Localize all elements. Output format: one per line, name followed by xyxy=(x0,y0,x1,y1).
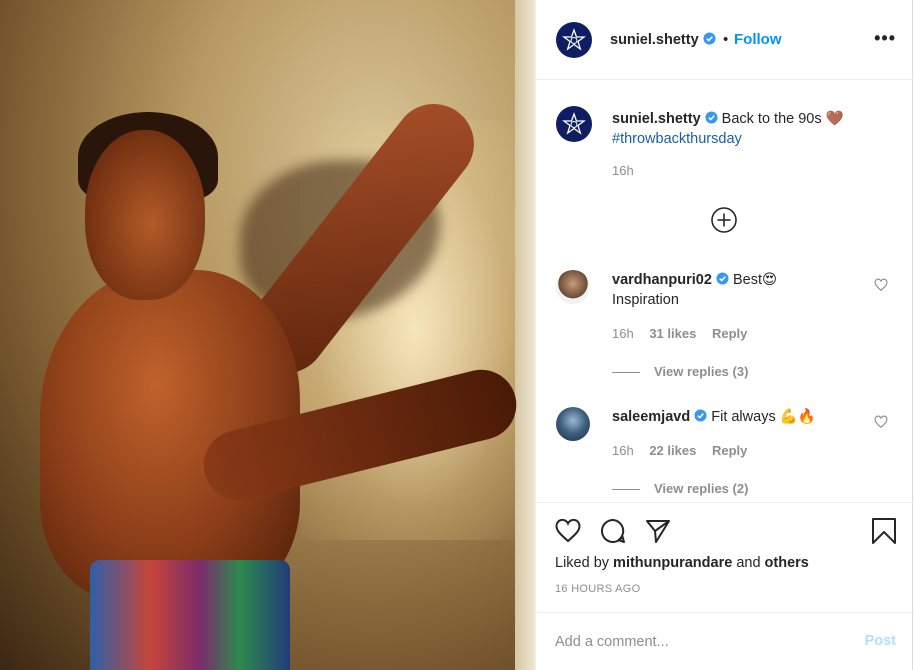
more-options-icon[interactable]: ••• xyxy=(874,28,896,49)
view-replies-label[interactable]: View replies (2) xyxy=(654,481,748,496)
view-replies-button[interactable]: View replies (2) xyxy=(612,481,748,496)
bookmark-icon[interactable] xyxy=(870,517,898,545)
commenter-avatar[interactable] xyxy=(556,407,590,441)
liked-by-prefix: Liked by xyxy=(555,555,610,571)
follow-button[interactable]: Follow xyxy=(734,31,782,48)
view-replies-label[interactable]: View replies (3) xyxy=(654,364,748,379)
replies-divider xyxy=(612,489,640,491)
header-separator: • xyxy=(723,31,729,48)
post-comment-button[interactable]: Post xyxy=(865,633,896,649)
photo-pillar xyxy=(515,0,535,670)
comment-icon[interactable] xyxy=(599,517,627,545)
comment-text: saleemjavd Fit always 💪🔥 xyxy=(612,407,852,427)
comment-reply-button[interactable]: Reply xyxy=(712,443,747,458)
comment-body-line2: Inspiration xyxy=(612,292,679,308)
photo-head xyxy=(85,130,205,300)
comment-time[interactable]: 16h xyxy=(612,443,634,458)
star-logo-icon xyxy=(562,112,586,135)
post-action-bar: Liked by mithunpurandare and others 16 H… xyxy=(536,502,914,612)
caption-username[interactable]: suniel.shetty xyxy=(612,111,701,127)
author-username[interactable]: suniel.shetty xyxy=(610,31,716,48)
view-replies-button[interactable]: View replies (3) xyxy=(612,364,748,379)
author-avatar[interactable] xyxy=(556,22,592,58)
photo-shorts xyxy=(90,560,290,670)
post-photo[interactable] xyxy=(0,0,535,670)
share-icon[interactable] xyxy=(644,517,672,545)
comment-likes[interactable]: 22 likes xyxy=(649,443,696,458)
replies-divider xyxy=(612,372,640,374)
verified-badge-icon xyxy=(703,32,716,45)
liked-by-user[interactable]: mithunpurandare xyxy=(613,555,732,571)
liked-by-others[interactable]: others xyxy=(765,555,809,571)
comment-body: Fit always 💪🔥 xyxy=(711,409,816,425)
caption-text: suniel.shetty Back to the 90s 🤎 #throwba… xyxy=(612,109,892,149)
comment-body: Best😍 xyxy=(732,272,778,288)
comment-reply-button[interactable]: Reply xyxy=(712,326,747,341)
add-comment-bar: Post xyxy=(536,612,914,670)
caption-time[interactable]: 16h xyxy=(612,163,634,178)
liked-by-joiner: and xyxy=(736,555,761,571)
comment-likes[interactable]: 31 likes xyxy=(649,326,696,341)
comment-heart-icon[interactable] xyxy=(874,278,888,292)
heart-icon[interactable] xyxy=(554,517,582,545)
commenter-username[interactable]: saleemjavd xyxy=(612,409,690,425)
author-username-text[interactable]: suniel.shetty xyxy=(610,32,699,48)
comment-time[interactable]: 16h xyxy=(612,326,634,341)
caption-hashtag[interactable]: #throwbackthursday xyxy=(612,131,742,147)
caption-author-avatar[interactable] xyxy=(556,106,592,142)
comment-meta: 16h 22 likes Reply xyxy=(612,443,759,458)
post-side-panel: suniel.shetty • Follow ••• suniel.shetty… xyxy=(535,0,914,670)
caption-body: Back to the 90s 🤎 xyxy=(721,111,844,127)
comment-meta: 16h 31 likes Reply xyxy=(612,326,759,341)
comment-text: vardhanpuri02 Best😍 Inspiration xyxy=(612,270,852,310)
liked-by-summary: Liked by mithunpurandare and others xyxy=(555,555,809,571)
verified-badge-icon xyxy=(694,409,707,422)
commenter-avatar[interactable] xyxy=(556,270,590,304)
post-header: suniel.shetty • Follow ••• xyxy=(536,0,914,80)
comment-heart-icon[interactable] xyxy=(874,415,888,429)
add-comment-input[interactable] xyxy=(555,631,835,653)
post-timestamp[interactable]: 16 HOURS AGO xyxy=(555,583,641,595)
verified-badge-icon xyxy=(705,111,718,124)
load-more-comments-icon[interactable] xyxy=(710,206,738,234)
verified-badge-icon xyxy=(716,272,729,285)
star-logo-icon xyxy=(562,28,586,51)
commenter-username[interactable]: vardhanpuri02 xyxy=(612,272,712,288)
